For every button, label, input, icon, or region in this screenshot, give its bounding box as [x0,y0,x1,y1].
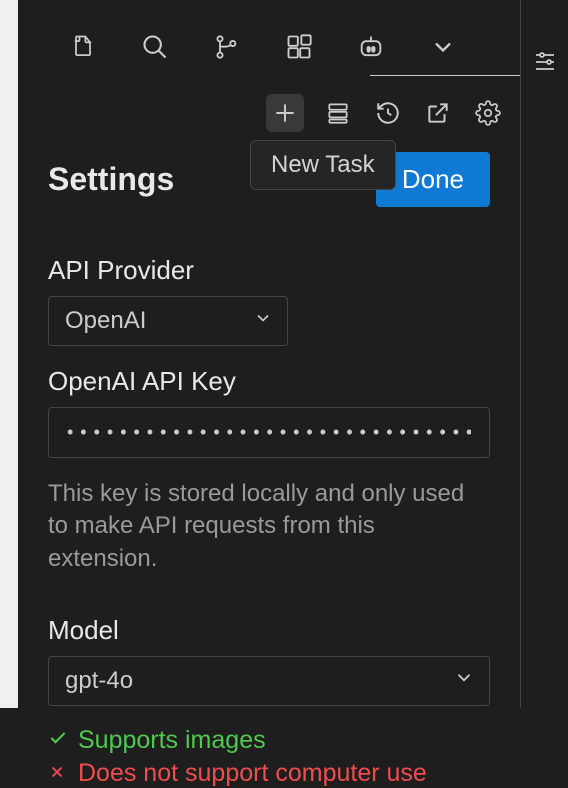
chevron-down-icon [253,307,273,335]
open-external-icon[interactable] [422,97,454,129]
check-icon [48,726,68,755]
sliders-icon[interactable] [533,48,557,77]
new-task-tooltip: New Task [250,140,396,190]
source-control-icon[interactable] [212,32,242,62]
capability-computer-use: Does not support computer use [48,759,490,788]
page-title: Settings [48,161,174,198]
capability-images: Supports images [48,726,490,755]
robot-icon[interactable] [356,32,386,62]
model-select[interactable]: gpt-4o [48,656,490,706]
api-key-label: OpenAI API Key [48,366,490,397]
history-icon[interactable] [372,97,404,129]
activity-bar [18,0,520,80]
search-icon[interactable] [140,32,170,62]
chevron-down-icon[interactable] [428,32,458,62]
gear-icon[interactable] [472,97,504,129]
new-task-button[interactable] [266,94,304,132]
extensions-icon[interactable] [284,32,314,62]
server-icon[interactable] [322,97,354,129]
model-value: gpt-4o [65,667,133,694]
x-icon [48,759,68,788]
panel-toolbar [18,80,520,132]
api-provider-select[interactable]: OpenAI [48,296,288,346]
model-label: Model [48,615,490,646]
api-key-help: This key is stored locally and only used… [48,478,490,575]
chevron-down-icon [453,667,475,696]
explorer-icon[interactable] [68,32,98,62]
api-provider-label: API Provider [48,255,490,286]
api-provider-value: OpenAI [65,307,146,334]
api-key-input[interactable] [48,407,490,458]
